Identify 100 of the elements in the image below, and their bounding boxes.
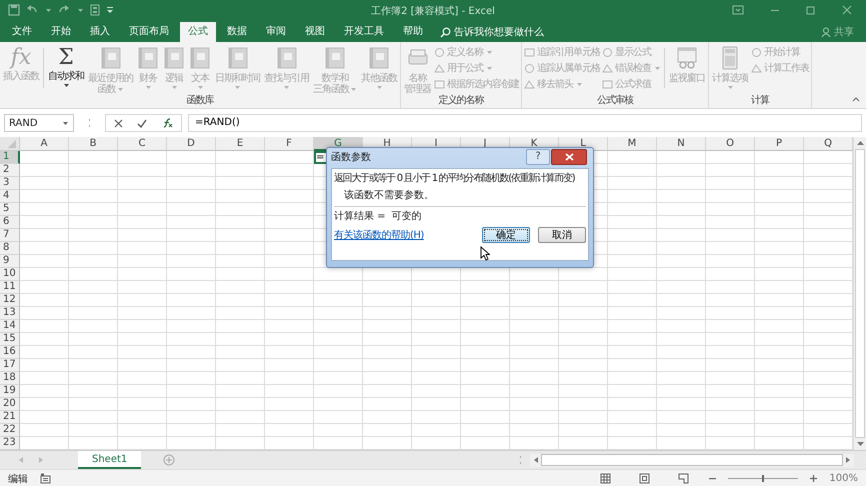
row-header[interactable]: 11 [0,281,20,294]
zoom-out-icon[interactable] [709,475,716,482]
scroll-up-icon[interactable] [856,140,864,146]
save-icon[interactable] [8,4,20,16]
row-header[interactable]: 14 [0,320,20,333]
help-button[interactable]: ? [526,149,550,165]
column-header[interactable]: E [216,137,265,151]
next-sheet-icon[interactable] [38,456,44,464]
row-header[interactable]: 18 [0,372,20,385]
group-label: 公式审核 [596,95,634,108]
column-header[interactable]: C [118,137,167,151]
square-icon [602,78,613,90]
function-glyph: fx [10,44,32,70]
restore-icon[interactable] [806,5,816,15]
circle-icon [524,62,535,74]
column-header[interactable]: P [755,137,804,151]
row-header[interactable]: 9 [0,255,20,268]
book-icon [137,46,159,70]
cancel-icon[interactable] [114,118,123,128]
page-break-icon[interactable] [678,473,690,484]
column-header[interactable]: A [20,137,69,151]
zoom-in-icon[interactable] [810,475,818,482]
scroll-right-icon[interactable] [845,456,851,464]
ribbon-tab[interactable]: 开发工具 [336,22,392,42]
insert-function-icon[interactable] [161,118,173,128]
row-header[interactable]: 23 [0,437,20,450]
dialog-button[interactable]: 确定 [482,227,530,243]
select-all-icon[interactable] [0,137,20,151]
book-icon [276,46,298,70]
ribbon-tab[interactable]: 页面布局 [121,22,177,42]
person-icon [821,26,831,38]
column-header[interactable]: M [608,137,657,151]
triangle-icon [524,78,535,90]
tell-me-field[interactable]: 告诉我你想要做什么 [440,22,564,42]
previous-sheet-icon[interactable] [18,456,24,464]
formula-field[interactable]: =RAND() [188,114,862,132]
row-header[interactable]: 19 [0,385,20,398]
customize-icon[interactable] [106,6,114,14]
row-header[interactable]: 20 [0,398,20,411]
row-header[interactable]: 17 [0,359,20,372]
ribbon-tab[interactable]: 公式 [180,22,216,42]
row-header[interactable]: 1 [0,151,20,164]
function-glyph: Σ [58,44,74,70]
row-header[interactable]: 7 [0,229,20,242]
slider-thumb[interactable] [762,475,764,482]
column-header[interactable]: B [69,137,118,151]
normal-view-icon[interactable] [600,473,612,484]
calculator-icon[interactable] [90,4,100,16]
ribbon-tab[interactable]: 帮助 [395,22,431,42]
calculator-icon [721,46,739,70]
page-layout-icon[interactable] [639,473,650,484]
sheet-tab[interactable]: Sheet1 [78,451,142,469]
result-value: 可变的 [392,210,422,224]
row-header[interactable]: 3 [0,177,20,190]
ribbon-tab[interactable]: 开始 [43,22,79,42]
ribbon-tab[interactable]: 审阅 [258,22,294,42]
scroll-left-icon[interactable] [533,456,539,464]
group-label: 定义的名称 [438,95,485,108]
row-header[interactable]: 10 [0,268,20,281]
row-header[interactable]: 2 [0,164,20,177]
column-header[interactable]: D [167,137,216,151]
macro-record-icon[interactable] [40,473,51,484]
row-header[interactable]: 12 [0,294,20,307]
name-box[interactable]: RAND [4,114,74,132]
column-header[interactable]: F [265,137,314,151]
dialog-button[interactable]: 取消 [538,227,586,243]
ribbon-tab[interactable]: 文件 [4,22,40,42]
circle-icon [751,46,762,58]
ribbon-tab[interactable]: 插入 [82,22,118,42]
row-header[interactable]: 13 [0,307,20,320]
ribbon-tab[interactable]: 视图 [297,22,333,42]
ribbon-button[interactable]: Σ 自动求和 [46,44,86,88]
collapse-ribbon-icon[interactable] [852,96,860,102]
scroll-down-icon[interactable] [856,441,864,447]
book-icon [100,46,122,70]
window-title: 工作簿2 [兼容模式] - Excel [371,4,495,18]
row-header[interactable]: 21 [0,411,20,424]
column-header[interactable]: O [706,137,755,151]
enter-icon[interactable] [137,118,147,128]
row-header[interactable]: 15 [0,333,20,346]
row-header[interactable]: 22 [0,424,20,437]
row-header[interactable]: 4 [0,190,20,203]
row-header[interactable]: 5 [0,203,20,216]
column-header[interactable]: Q [804,137,853,151]
ribbon-tab[interactable]: 数据 [219,22,255,42]
close-icon[interactable] [842,5,852,15]
function-note: 该函数不需要参数。 [334,186,586,207]
close-button[interactable] [551,149,587,165]
caret-icon [62,120,69,126]
vertical-scrollbar[interactable] [853,137,866,450]
ribbon-display-icon[interactable] [732,5,744,15]
row-header[interactable]: 6 [0,216,20,229]
status-mode: 编辑 [8,472,28,486]
help-link[interactable]: 有关该函数的帮助(H) [334,228,424,242]
column-header[interactable]: N [657,137,706,151]
scroll-thumb[interactable] [855,149,865,438]
row-header[interactable]: 8 [0,242,20,255]
row-header[interactable]: 16 [0,346,20,359]
add-sheet-icon[interactable] [163,454,176,466]
zoom-level[interactable]: 100% [829,473,858,484]
